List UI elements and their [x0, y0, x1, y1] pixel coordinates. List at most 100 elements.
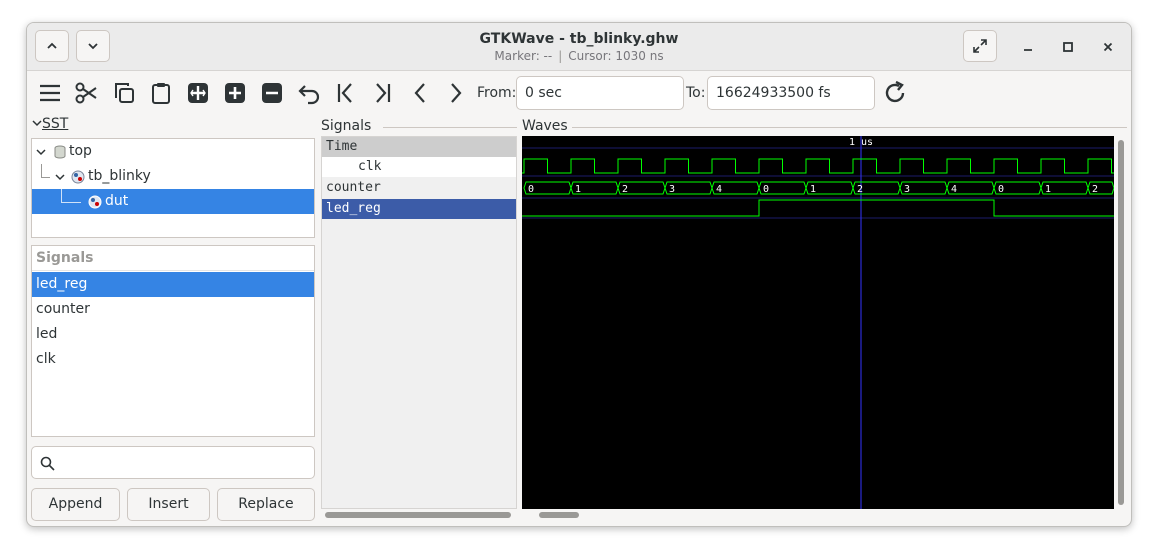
to-label: To:: [686, 85, 706, 101]
module-icon: [54, 145, 66, 159]
reload-button[interactable]: [881, 79, 909, 107]
counter-value-label: 0: [998, 184, 1004, 195]
zoom-fit-icon: [188, 83, 208, 103]
separator: [572, 127, 1127, 128]
zoom-in-button[interactable]: [221, 79, 249, 107]
signal-item[interactable]: clk: [32, 347, 314, 372]
goto-start-icon: [337, 83, 352, 103]
cut-icon: [75, 82, 97, 104]
paste-button[interactable]: [147, 79, 175, 107]
counter-value-label: 3: [904, 184, 910, 195]
next-edge-icon: [451, 83, 462, 103]
tree-item-top[interactable]: top: [32, 139, 314, 164]
from-label: From:: [477, 85, 517, 101]
zoom-out-button[interactable]: [258, 79, 286, 107]
tree-item-tb-blinky[interactable]: tb_blinky: [32, 164, 314, 189]
maximize-button[interactable]: [1056, 35, 1080, 59]
menu-icon: [40, 84, 60, 102]
undo-icon: [298, 85, 320, 105]
reload-icon: [885, 80, 905, 103]
minimize-icon: [1024, 49, 1032, 51]
scrollbar-thumb[interactable]: [1118, 140, 1124, 505]
signal-item[interactable]: led: [32, 322, 314, 347]
tree-label: dut: [105, 193, 129, 209]
sst-tree: top tb_blinky dut: [31, 138, 315, 238]
paste-icon: [152, 83, 170, 104]
marker-readout: Marker: --: [494, 49, 553, 63]
signal-search-input[interactable]: [31, 446, 315, 479]
waveform-background: [522, 136, 1114, 509]
minimize-button[interactable]: [1016, 35, 1040, 59]
copy-icon: [115, 83, 134, 103]
waves-vscrollbar[interactable]: [1115, 136, 1127, 509]
zoom-fit-button[interactable]: [184, 79, 212, 107]
sst-signals-list: Signals led_reg counter led clk: [31, 245, 315, 437]
counter-value-label: 1: [1045, 184, 1051, 195]
signals-hscrollbar[interactable]: [321, 509, 517, 521]
zoom-in-icon: [225, 83, 245, 103]
separator: [383, 127, 517, 128]
scrollbar-thumb[interactable]: [539, 512, 579, 518]
replace-button[interactable]: Replace: [217, 488, 315, 521]
waves-pane-label: Waves: [522, 118, 568, 134]
signals-pane-label: Signals: [321, 118, 372, 134]
counter-value-label: 4: [951, 184, 957, 195]
undo-button[interactable]: [295, 79, 323, 107]
signal-row-led-reg[interactable]: led_reg: [322, 199, 516, 219]
counter-value-label: 2: [857, 184, 863, 195]
signal-item[interactable]: counter: [32, 297, 314, 322]
time-marker-label: 1 us: [849, 137, 873, 148]
close-icon: [1103, 42, 1113, 52]
to-time-input[interactable]: 16624933500 fs: [707, 76, 875, 110]
toolbar: From: 0 sec To: 16624933500 fs: [27, 71, 1131, 115]
prev-edge-icon: [414, 83, 425, 103]
search-icon: [40, 456, 55, 471]
goto-start-button[interactable]: [332, 79, 360, 107]
sst-expander-icon[interactable]: [32, 116, 42, 132]
goto-end-button[interactable]: [368, 79, 396, 107]
counter-value-label: 4: [716, 184, 722, 195]
chevron-down-icon[interactable]: [55, 172, 65, 182]
waveform-canvas[interactable]: 1 us 0 1 2 3 4 0 1 2 3 4 0 1 2: [522, 136, 1114, 509]
sst-section: SST: [32, 116, 68, 132]
from-time-input[interactable]: 0 sec: [516, 76, 684, 110]
tree-item-dut[interactable]: dut: [32, 189, 314, 214]
waves-hscrollbar[interactable]: [522, 509, 1114, 521]
zoom-out-icon: [262, 83, 282, 103]
menu-button[interactable]: [36, 79, 64, 107]
close-button[interactable]: [1096, 35, 1120, 59]
append-button[interactable]: Append: [31, 488, 120, 521]
tree-label: tb_blinky: [88, 168, 151, 184]
scrollbar-thumb[interactable]: [325, 512, 511, 518]
tree-label: top: [69, 143, 92, 159]
counter-value-label: 1: [810, 184, 816, 195]
counter-value-label: 0: [528, 184, 534, 195]
fullscreen-button[interactable]: [963, 30, 997, 62]
next-edge-button[interactable]: [442, 79, 470, 107]
instance-icon: [71, 170, 85, 184]
time-header: Time: [322, 137, 516, 157]
goto-end-icon: [376, 83, 391, 103]
counter-value-label: 2: [622, 184, 628, 195]
cut-button[interactable]: [72, 79, 100, 107]
maximize-icon: [1063, 42, 1073, 52]
signal-row-clk[interactable]: clk: [322, 157, 516, 177]
counter-value-label: 0: [763, 184, 769, 195]
counter-value-label: 2: [1092, 184, 1098, 195]
signal-row-counter[interactable]: counter: [322, 178, 516, 198]
title-bar: GTKWave - tb_blinky.ghw Marker: -- | Curso…: [27, 23, 1131, 71]
counter-value-label: 1: [575, 184, 581, 195]
copy-button[interactable]: [110, 79, 138, 107]
sst-label: SST: [42, 116, 69, 132]
insert-button[interactable]: Insert: [127, 488, 210, 521]
chevron-down-icon[interactable]: [36, 147, 46, 157]
expand-icon: [973, 39, 987, 53]
cursor-readout: Cursor: 1030 ns: [568, 49, 664, 63]
signal-item[interactable]: led_reg: [32, 272, 314, 297]
instance-icon: [88, 195, 102, 209]
signals-column-header[interactable]: Signals: [32, 246, 314, 271]
counter-value-label: 3: [669, 184, 675, 195]
signals-pane: Time clk counter led_reg: [321, 136, 517, 509]
gtkwave-window: GTKWave - tb_blinky.ghw Marker: -- | Curso…: [26, 22, 1132, 527]
prev-edge-button[interactable]: [406, 79, 434, 107]
